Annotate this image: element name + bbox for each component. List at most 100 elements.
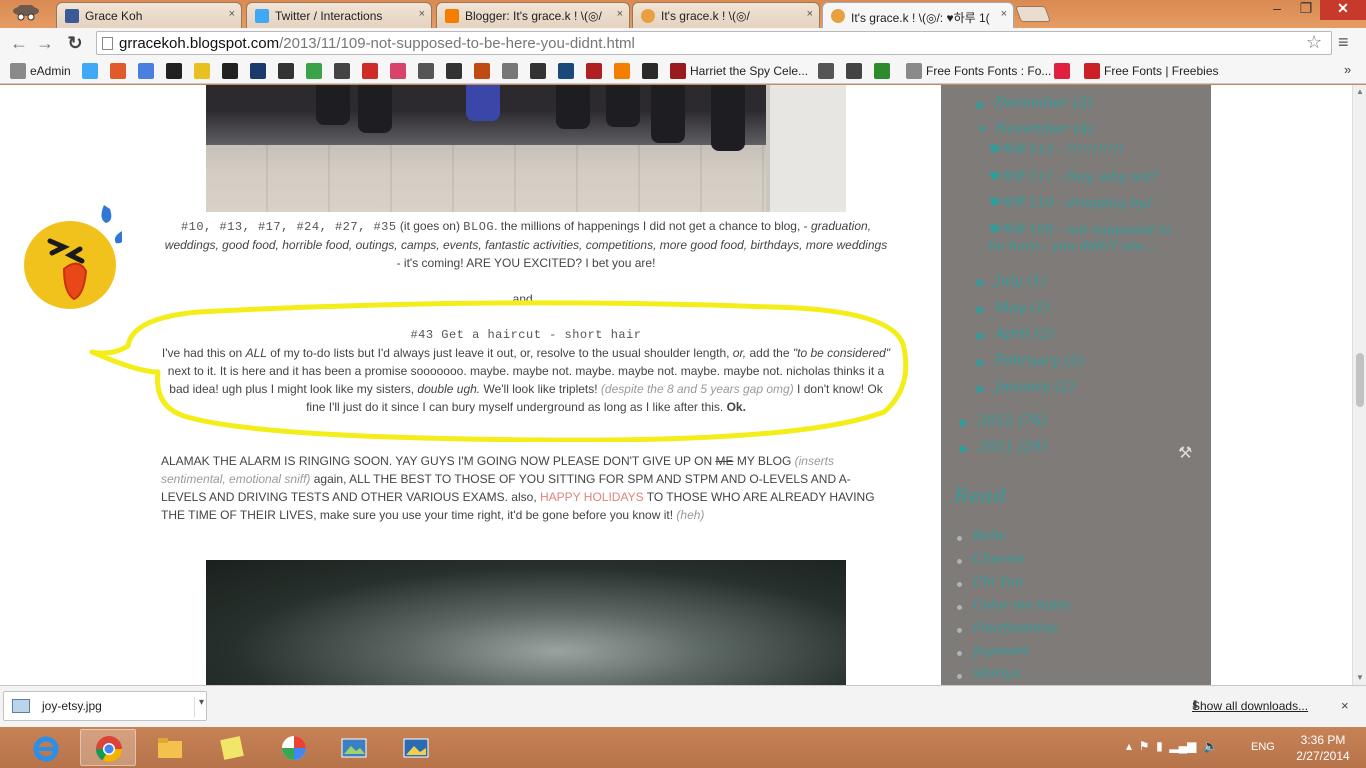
green-icon[interactable] — [874, 63, 890, 79]
picasa-icon[interactable] — [266, 729, 322, 766]
archive-link[interactable]: November (4) — [995, 121, 1093, 137]
archive-link[interactable]: 2011 (24) — [978, 439, 1047, 455]
archive-link[interactable]: May (1) — [995, 300, 1050, 316]
november-post-link[interactable]: ♥하루 112 - !!!!!!!!!!! — [989, 143, 1189, 159]
expand-right-icon[interactable]: ▶ — [960, 442, 968, 455]
photos-app-icon[interactable] — [388, 729, 444, 766]
page-icon[interactable] — [10, 63, 26, 79]
scroll-down-icon[interactable]: ▼ — [1356, 673, 1364, 682]
b-icon[interactable] — [502, 63, 518, 79]
november-post-link[interactable]: ♥하루 110 - dropping by♪ — [989, 196, 1189, 212]
show-all-downloads-link[interactable]: Show all downloads... — [1192, 699, 1308, 713]
read-link[interactable]: Cheesie — [973, 552, 1025, 567]
file-explorer-icon[interactable] — [142, 729, 198, 766]
address-bar[interactable]: grracekoh.blogspot.com/2013/11/109-not-s… — [96, 31, 1332, 55]
google-icon[interactable] — [138, 63, 154, 79]
bookmark-star-icon[interactable]: ☆ — [1306, 32, 1322, 53]
a2-icon[interactable] — [474, 63, 490, 79]
archive-link[interactable]: December (3) — [995, 95, 1092, 111]
scroll-up-icon[interactable]: ▲ — [1356, 87, 1364, 96]
h-icon[interactable] — [306, 63, 322, 79]
archive-link[interactable]: February (2) — [995, 353, 1084, 369]
archive-link[interactable]: 2012 (76) — [978, 413, 1047, 429]
new-tab-button[interactable] — [1015, 6, 1051, 22]
blogger-icon[interactable] — [614, 63, 630, 79]
system-tray[interactable]: ▴ ⚑ ▮ ▂▄▆ 🔈 — [1126, 739, 1218, 753]
tab-close-icon[interactable]: × — [1001, 8, 1007, 20]
tab-close-icon[interactable]: × — [807, 8, 813, 20]
car-icon[interactable] — [278, 63, 294, 79]
expand-right-icon[interactable]: ▶ — [960, 416, 968, 429]
expand-right-icon[interactable]: ▶ — [977, 303, 985, 316]
heart-dark-icon[interactable] — [846, 63, 862, 79]
bi-icon[interactable] — [558, 63, 574, 79]
menu-icon[interactable]: ≡ — [1338, 32, 1349, 53]
page-scrollbar[interactable]: ▲ ▼ — [1352, 85, 1366, 685]
read-link[interactable]: Joyceeet — [973, 644, 1029, 659]
forward-arrow-icon[interactable]: → — [34, 32, 56, 54]
expand-right-icon[interactable]: ▶ — [977, 382, 985, 395]
bottle-icon[interactable] — [334, 63, 350, 79]
clock-icon[interactable] — [446, 63, 462, 79]
maximize-button[interactable]: ❐ — [1292, 0, 1320, 20]
yellow-icon[interactable] — [194, 63, 210, 79]
back-arrow-icon[interactable]: ← — [8, 32, 30, 54]
photo-viewer-icon[interactable] — [326, 729, 382, 766]
expand-right-icon[interactable]: ▶ — [977, 98, 985, 111]
internet-explorer-icon[interactable] — [18, 729, 74, 766]
language-indicator[interactable]: ENG — [1251, 741, 1275, 753]
scroll-thumb[interactable] — [1356, 353, 1364, 407]
expand-right-icon[interactable]: ▶ — [977, 276, 985, 289]
tab-blogger[interactable]: Blogger: It's grace.k ! \(◎/ × — [436, 2, 630, 28]
sticky-notes-icon[interactable] — [204, 729, 260, 766]
read-link[interactable]: Chi Yan — [973, 575, 1023, 590]
expand-down-icon[interactable]: ▼ — [977, 124, 988, 136]
expand-right-icon[interactable]: ▶ — [977, 329, 985, 342]
chrome-icon[interactable] — [80, 729, 136, 766]
november-post-link[interactable]: ♥하루 111 - Hey, why not? — [989, 170, 1189, 186]
c-icon[interactable] — [166, 63, 182, 79]
close-window-button[interactable]: ✕ — [1320, 0, 1366, 20]
read-link[interactable]: Fourfeetnine — [973, 621, 1058, 636]
reload-icon[interactable]: ↻ — [64, 32, 86, 54]
bird-icon[interactable] — [818, 63, 834, 79]
windows-icon[interactable] — [110, 63, 126, 79]
read-link[interactable]: Color me katie — [973, 598, 1070, 613]
page-icon[interactable] — [906, 63, 922, 79]
tab-twitter[interactable]: Twitter / Interactions × — [246, 2, 432, 28]
g-icon[interactable] — [222, 63, 238, 79]
expand-right-icon[interactable]: ▶ — [977, 356, 985, 369]
tab-close-icon[interactable]: × — [419, 8, 425, 20]
minimize-button[interactable]: ‒ — [1262, 0, 1292, 20]
bookmarks-overflow-icon[interactable]: » — [1344, 62, 1351, 77]
archive-link[interactable]: April (2) — [995, 326, 1054, 342]
clock-time[interactable]: 3:36 PM — [1296, 733, 1350, 747]
heart-red-icon[interactable] — [1054, 63, 1070, 79]
bookmark-label[interactable]: Free Fonts | Freebies — [1104, 62, 1219, 80]
sun-icon[interactable] — [642, 63, 658, 79]
a-icon[interactable] — [362, 63, 378, 79]
archive-link[interactable]: July (1) — [995, 273, 1046, 289]
bookmark-label[interactable]: Free Fonts Fonts : Fo... — [926, 62, 1051, 80]
read-link[interactable]: Shirlyn — [973, 667, 1021, 682]
tools-icon[interactable]: ⚒ — [1178, 443, 1192, 463]
tab-current-post[interactable]: It's grace.k ! \(◎/: ♥하루 1( × — [822, 2, 1014, 29]
tab-grace-k[interactable]: It's grace.k ! \(◎/ × — [632, 2, 820, 28]
twitter-icon[interactable] — [82, 63, 98, 79]
clock-date[interactable]: 2/27/2014 — [1288, 749, 1358, 763]
square-icon[interactable] — [250, 63, 266, 79]
pinterest-icon[interactable] — [1084, 63, 1100, 79]
r-icon[interactable] — [586, 63, 602, 79]
read-link[interactable]: Belle — [973, 529, 1006, 544]
hs-icon[interactable] — [670, 63, 686, 79]
download-item[interactable]: joy-etsy.jpg ▾ — [3, 691, 207, 721]
asterisk-icon[interactable] — [530, 63, 546, 79]
archive-link[interactable]: January (2) — [995, 379, 1074, 395]
november-post-link[interactable]: ♥하루 109 - not supposed to be here - you … — [989, 223, 1189, 255]
close-shelf-icon[interactable]: × — [1341, 698, 1349, 713]
tab-close-icon[interactable]: × — [617, 8, 623, 20]
bookmark-label[interactable]: Harriet the Spy Cele... — [690, 62, 808, 80]
wsj-icon[interactable] — [418, 63, 434, 79]
tab-grace-koh[interactable]: Grace Koh × — [56, 2, 242, 28]
tab-close-icon[interactable]: × — [229, 8, 235, 20]
